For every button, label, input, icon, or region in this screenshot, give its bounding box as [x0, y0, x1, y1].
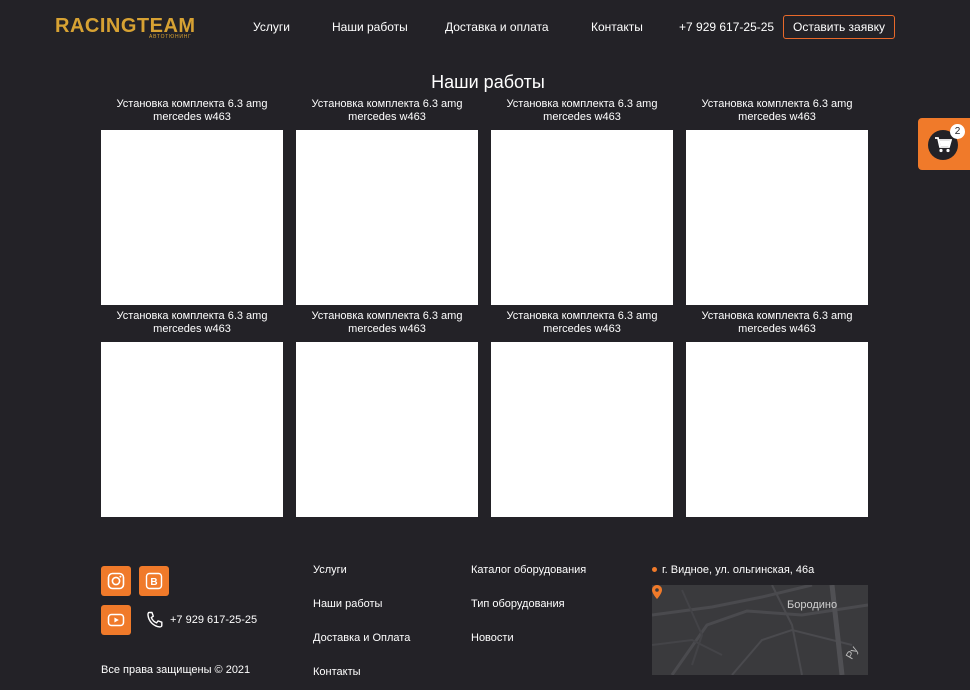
works-grid: Установка комплекта 6.3 amg mercedes w46… — [101, 98, 871, 520]
nav-contacts[interactable]: Контакты — [591, 19, 643, 35]
footer-link-works[interactable]: Наши работы — [313, 597, 382, 611]
map-place-label: Бородино — [787, 599, 838, 611]
vk-icon: В — [145, 572, 163, 590]
work-title: Установка комплекта 6.3 amg mercedes w46… — [311, 310, 463, 335]
work-title: Установка комплекта 6.3 amg mercedes w46… — [701, 310, 853, 335]
footer-link-delivery[interactable]: Доставка и Оплата — [313, 631, 410, 645]
footer-phone[interactable]: +7 929 617-25-25 — [170, 613, 257, 627]
work-card[interactable]: Установка комплекта 6.3 amg mercedes w46… — [296, 310, 478, 520]
cart-count-badge: 2 — [950, 124, 965, 139]
work-image[interactable] — [101, 342, 283, 517]
work-image[interactable] — [686, 342, 868, 517]
work-card[interactable]: Установка комплекта 6.3 amg mercedes w46… — [491, 310, 673, 520]
copyright: Все права защищены © 2021 — [101, 664, 251, 676]
vk-button[interactable]: В — [139, 566, 169, 596]
logo[interactable]: RACINGTEAM АВТОТЮНИНГ — [55, 14, 195, 42]
work-image[interactable] — [296, 130, 478, 305]
work-title: Установка комплекта 6.3 amg mercedes w46… — [116, 98, 268, 123]
youtube-button[interactable] — [101, 605, 131, 635]
work-image[interactable] — [491, 342, 673, 517]
work-title: Установка комплекта 6.3 amg mercedes w46… — [311, 98, 463, 123]
svg-text:В: В — [150, 577, 157, 588]
nav-works[interactable]: Наши работы — [332, 19, 408, 35]
work-card[interactable]: Установка комплекта 6.3 amg mercedes w46… — [686, 98, 868, 308]
cart-icon — [935, 137, 952, 153]
work-title: Установка комплекта 6.3 amg mercedes w46… — [701, 98, 853, 123]
work-image[interactable] — [686, 130, 868, 305]
map-pin-icon — [652, 585, 662, 599]
footer-link-services[interactable]: Услуги — [313, 563, 347, 577]
work-image[interactable] — [491, 130, 673, 305]
page-title: Наши работы — [431, 72, 545, 92]
youtube-icon — [107, 613, 125, 627]
nav-services[interactable]: Услуги — [253, 19, 290, 35]
logo-subtitle: АВТОТЮНИНГ — [149, 34, 192, 40]
phone-icon — [147, 611, 163, 628]
header-phone[interactable]: +7 929 617-25-25 — [679, 19, 774, 35]
work-card[interactable]: Установка комплекта 6.3 amg mercedes w46… — [686, 310, 868, 520]
footer-link-news[interactable]: Новости — [471, 631, 514, 645]
instagram-button[interactable] — [101, 566, 131, 596]
work-image[interactable] — [101, 130, 283, 305]
address: г. Видное, ул. ольгинская, 46а — [662, 564, 815, 576]
footer-link-contacts[interactable]: Контакты — [313, 665, 361, 679]
instagram-icon — [107, 572, 125, 590]
footer-link-catalog[interactable]: Каталог оборудования — [471, 563, 586, 577]
work-image[interactable] — [296, 342, 478, 517]
work-card[interactable]: Установка комплекта 6.3 amg mercedes w46… — [296, 98, 478, 308]
work-card[interactable]: Установка комплекта 6.3 amg mercedes w46… — [491, 98, 673, 308]
work-card[interactable]: Установка комплекта 6.3 amg mercedes w46… — [101, 310, 283, 520]
map[interactable]: Бородино Ру — [652, 585, 868, 675]
location-dot-icon — [652, 567, 657, 572]
work-title: Установка комплекта 6.3 amg mercedes w46… — [506, 310, 658, 335]
site-header: RACINGTEAM АВТОТЮНИНГ Услуги Наши работы… — [0, 0, 970, 54]
work-card[interactable]: Установка комплекта 6.3 amg mercedes w46… — [101, 98, 283, 308]
work-title: Установка комплекта 6.3 amg mercedes w46… — [116, 310, 268, 335]
cart-button[interactable]: 2 — [918, 118, 970, 170]
work-title: Установка комплекта 6.3 amg mercedes w46… — [506, 98, 658, 123]
nav-delivery[interactable]: Доставка и оплата — [445, 19, 549, 35]
leave-request-button[interactable]: Оставить заявку — [783, 15, 895, 39]
footer-link-equipment-type[interactable]: Тип оборудования — [471, 597, 565, 611]
